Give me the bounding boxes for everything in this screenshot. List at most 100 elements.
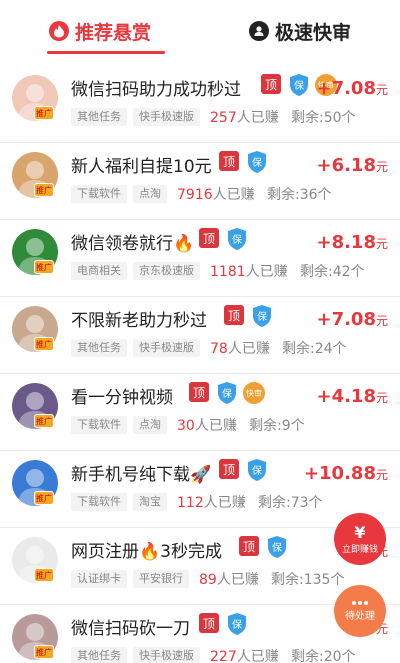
earned-suffix: 人已赚	[212, 187, 255, 203]
task-title: 微信扫码砍一刀	[71, 619, 190, 639]
task-tag: 快手极速版	[133, 339, 200, 357]
reward-value: +10.88	[303, 463, 376, 484]
remain-number: 36	[299, 187, 318, 203]
task-title: 网页注册🔥3秒完成	[71, 542, 222, 562]
task-row[interactable]: 推广 新手机号纯下载🚀 顶保 +10.88元 下载软件 淘宝 112人已赚 剩余:73个	[0, 451, 400, 528]
task-row[interactable]: 推广 微信领卷就行🔥 顶保 +8.18元 电商相关 京东极速版 1181人已赚 剩余:42个	[0, 220, 400, 297]
tab-recommended[interactable]: 推荐悬赏	[0, 0, 200, 62]
earned-suffix: 人已赚	[236, 649, 279, 663]
earned-number: 257	[210, 110, 237, 126]
reward-unit: 元	[375, 468, 388, 482]
task-tag: 下载软件	[71, 416, 127, 434]
reward-amount: +8.18元	[316, 232, 388, 253]
svg-text:保: 保	[222, 387, 232, 400]
task-row[interactable]: 推广 看一分钟视频顶保快审 +4.18元 下载软件 点淘 30人已赚 剩余:9个	[0, 374, 400, 451]
person-icon	[248, 21, 269, 41]
svg-text:保: 保	[252, 156, 262, 169]
earned-count: 257人已赚	[210, 107, 279, 127]
remain-number: 9	[281, 418, 291, 434]
remain-number: 135	[303, 572, 331, 588]
earned-suffix: 人已赚	[245, 264, 288, 280]
task-tag: 京东极速版	[133, 262, 200, 280]
avatar-badge: 推广	[34, 337, 54, 351]
tab-label: 极速快审	[274, 21, 351, 44]
task-tag: 其他任务	[71, 647, 127, 663]
reward-value: +7.08	[316, 78, 376, 99]
top-badge: 顶	[261, 74, 281, 94]
reward-unit: 元	[375, 314, 388, 328]
remain-prefix: 剩余:	[282, 341, 315, 357]
task-tag: 点淘	[133, 185, 167, 203]
svg-text:保: 保	[294, 79, 304, 92]
avatar-badge: 推广	[34, 183, 54, 197]
guarantee-shield-icon: 保	[246, 458, 268, 482]
earned-suffix: 人已赚	[203, 495, 246, 511]
remain-number: 24	[314, 341, 333, 357]
top-badge: 顶	[224, 305, 244, 325]
remaining-count: 剩余:24个	[282, 338, 347, 358]
remain-prefix: 剩余:	[271, 572, 304, 588]
earned-number: 227	[210, 649, 237, 663]
earn-now-label: 立即赚钱	[341, 545, 378, 555]
earned-count: 1181人已赚	[210, 261, 288, 281]
pending-label: 待处理	[345, 610, 375, 622]
remaining-count: 剩余:9个	[249, 415, 305, 435]
earned-count: 78人已赚	[210, 338, 270, 358]
tab-bar: 推荐悬赏 极速快审	[0, 0, 400, 62]
task-row[interactable]: 推广 新人福利自提10元顶保 +6.18元 下载软件 点淘 7916人已赚 剩余:36个	[0, 143, 400, 220]
remain-prefix: 剩余:	[258, 495, 291, 511]
guarantee-shield-icon: 保	[246, 150, 268, 174]
task-tag: 平安银行	[133, 570, 189, 588]
pending-button[interactable]: 待处理	[334, 585, 386, 637]
guarantee-shield-icon: 保	[288, 73, 310, 97]
earn-now-button[interactable]: ¥ 立即赚钱	[334, 513, 386, 565]
reward-value: +8.18	[316, 232, 376, 253]
remain-number: 73	[290, 495, 309, 511]
task-title: 微信扫码助力成功秒过	[71, 80, 241, 100]
svg-text:保: 保	[257, 310, 267, 323]
task-title: 微信领卷就行🔥	[71, 234, 195, 254]
task-tag: 下载软件	[71, 185, 127, 203]
task-title: 新手机号纯下载🚀	[71, 465, 212, 485]
task-row[interactable]: 推广 不限新老助力秒过顶保 +7.08元 其他任务 快手极速版 78人已赚 剩余:24个	[0, 297, 400, 374]
remaining-count: 剩余:42个	[300, 261, 365, 281]
remain-number: 50	[323, 110, 342, 126]
task-row[interactable]: 推广 微信扫码助力成功秒过顶保快审 +7.08元 其他任务 快手极速版 257人已赚 剩余:…	[0, 66, 400, 143]
earned-number: 112	[177, 495, 204, 511]
reward-unit: 元	[375, 391, 388, 405]
remain-suffix: 个	[330, 572, 345, 588]
earned-number: 1181	[210, 264, 246, 280]
remain-number: 42	[332, 264, 351, 280]
remaining-count: 剩余:50个	[291, 107, 356, 127]
avatar-badge: 推广	[34, 414, 54, 428]
earned-count: 89人已赚	[199, 569, 259, 589]
guarantee-shield-icon: 保	[226, 227, 248, 251]
remain-suffix: 个	[308, 495, 323, 511]
task-tag: 认证绑卡	[71, 570, 127, 588]
top-badge: 顶	[199, 613, 219, 633]
remaining-count: 剩余:20个	[291, 646, 356, 663]
remaining-count: 剩余:36个	[267, 184, 332, 204]
reward-amount: +7.08元	[316, 78, 388, 99]
earned-suffix: 人已赚	[194, 418, 237, 434]
reward-unit: 元	[375, 237, 388, 251]
remain-suffix: 个	[317, 187, 332, 203]
guarantee-shield-icon: 保	[216, 381, 238, 405]
guarantee-shield-icon: 保	[251, 304, 273, 328]
remain-prefix: 剩余:	[249, 418, 282, 434]
reward-amount: +10.88元	[304, 463, 388, 484]
flame-icon	[48, 21, 69, 41]
earned-count: 112人已赚	[177, 492, 246, 512]
reward-value: +7.08	[316, 309, 376, 330]
guarantee-shield-icon: 保	[226, 612, 248, 636]
top-badge: 顶	[239, 536, 259, 556]
earned-suffix: 人已赚	[236, 110, 279, 126]
fast-review-badge: 快审	[243, 382, 265, 404]
more-icon	[352, 600, 368, 605]
tab-fast-review[interactable]: 极速快审	[200, 0, 400, 62]
task-tag: 快手极速版	[133, 108, 200, 126]
task-title: 新人福利自提10元	[71, 157, 212, 177]
top-badge: 顶	[219, 459, 239, 479]
remain-suffix: 个	[341, 110, 356, 126]
earned-count: 227人已赚	[210, 646, 279, 663]
